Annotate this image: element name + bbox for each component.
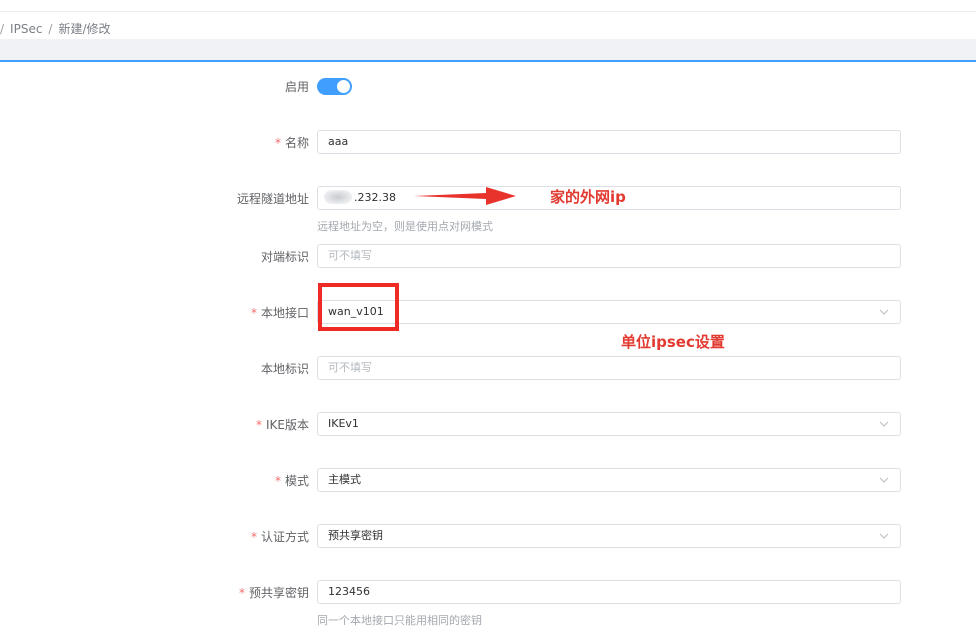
required-mark: *: [238, 586, 245, 600]
peer-id-placeholder: 可不填写: [328, 249, 372, 262]
name-label: * 名称: [274, 136, 309, 150]
chevron-down-icon: [879, 477, 889, 483]
tab-bar-band: [0, 39, 976, 60]
psk-value: 123456: [328, 585, 370, 598]
enable-label: 启用: [284, 80, 309, 94]
remote-address-hint: 远程地址为空，则是使用点对网模式: [317, 220, 493, 233]
breadcrumb-separator: /: [0, 22, 5, 36]
chevron-down-icon: [879, 533, 889, 539]
chevron-down-icon: [879, 421, 889, 427]
psk-input[interactable]: 123456: [317, 580, 901, 604]
local-interface-label: * 本地接口: [250, 306, 309, 320]
breadcrumb-item-current: 新建/修改: [58, 22, 111, 36]
switch-knob: [337, 80, 350, 93]
ike-version-value: IKEv1: [328, 417, 359, 430]
breadcrumb-separator: /: [48, 22, 53, 36]
ike-version-label: * IKE版本: [256, 418, 309, 432]
auth-method-select[interactable]: 预共享密钥: [317, 524, 901, 548]
mode-label: * 模式: [274, 474, 309, 488]
auth-method-label: * 认证方式: [250, 530, 309, 544]
redacted-blur: [324, 190, 352, 204]
name-input[interactable]: aaa: [317, 130, 901, 154]
psk-label: * 预共享密钥: [238, 586, 309, 600]
ike-version-select[interactable]: IKEv1: [317, 412, 901, 436]
local-id-placeholder: 可不填写: [328, 361, 372, 374]
required-mark: *: [274, 136, 281, 150]
required-mark: *: [274, 474, 281, 488]
peer-id-label: 对端标识: [260, 250, 309, 264]
mode-value: 主模式: [328, 473, 361, 486]
mode-select[interactable]: 主模式: [317, 468, 901, 492]
required-mark: *: [250, 306, 257, 320]
peer-id-input[interactable]: 可不填写: [317, 244, 901, 268]
local-id-label: 本地标识: [260, 362, 309, 376]
local-id-input[interactable]: 可不填写: [317, 356, 901, 380]
remote-address-label: 远程隧道地址: [236, 192, 309, 206]
annotation-office-ipsec: 单位ipsec设置: [621, 333, 725, 351]
required-mark: *: [256, 418, 262, 432]
annotation-arrow: [414, 187, 516, 205]
auth-method-value: 预共享密钥: [328, 529, 383, 542]
name-value: aaa: [328, 135, 349, 148]
chevron-down-icon: [879, 309, 889, 315]
psk-hint: 同一个本地接口只能用相同的密钥: [317, 614, 482, 627]
required-mark: *: [250, 530, 257, 544]
top-divider: [0, 11, 976, 12]
breadcrumb: / IPSec / 新建/修改: [0, 20, 117, 36]
annotation-home-ip: 家的外网ip: [550, 188, 626, 206]
annotation-highlight-box: [318, 283, 399, 331]
enable-switch[interactable]: [317, 78, 352, 95]
local-interface-select[interactable]: wan_v101: [317, 300, 901, 324]
remote-address-value: .232.38: [354, 191, 396, 204]
accent-line: [0, 60, 976, 62]
breadcrumb-item-ipsec[interactable]: IPSec: [10, 22, 42, 36]
